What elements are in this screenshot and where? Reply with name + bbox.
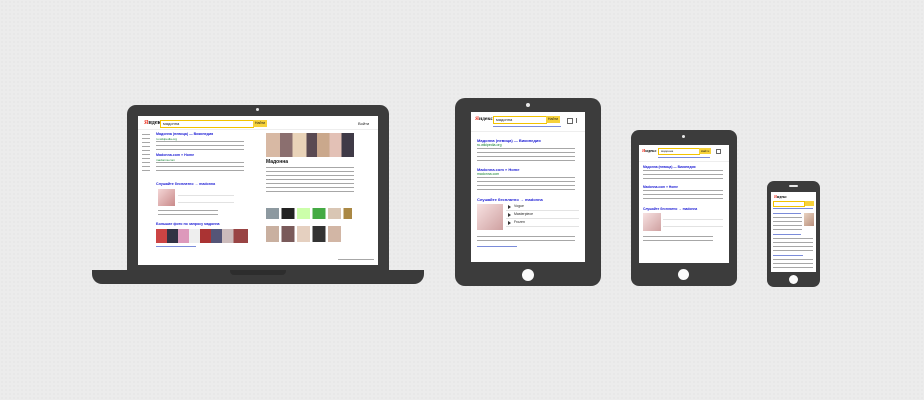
laptop-images-title[interactable]: Большие фото по запросу мадонна — [156, 222, 220, 227]
laptop-screen: Яндекс мадонна Найти Войти Мадонна (певи… — [138, 116, 378, 265]
laptop-album-cover[interactable] — [158, 189, 175, 206]
mini-search-input[interactable]: мадонна — [658, 148, 700, 155]
laptop-footer — [338, 259, 374, 262]
mini-album-cover[interactable] — [643, 213, 661, 231]
phone-speaker — [789, 185, 798, 187]
phone-search-button[interactable] — [805, 201, 814, 206]
tablet-result-2-url[interactable]: madonna.com — [477, 172, 499, 176]
mini-result-2-title[interactable]: Madonna.com » Home — [643, 185, 678, 189]
phone-result-1-title[interactable] — [773, 213, 801, 215]
tablet-result-1-snippet — [477, 148, 575, 161]
phone-device: Яндекс — [767, 181, 820, 287]
laptop-result-1-snippet — [156, 141, 244, 151]
mini-tablet-home-button[interactable] — [678, 269, 689, 280]
knowledge-panel-albums[interactable] — [266, 208, 352, 219]
phone-home-button[interactable] — [789, 275, 798, 284]
header-divider — [138, 129, 378, 130]
tablet-album-cover[interactable] — [477, 204, 503, 230]
play-icon[interactable] — [508, 213, 511, 217]
search-input[interactable]: мадонна — [160, 120, 254, 128]
phone-result-1-snippet — [773, 217, 802, 231]
login-link[interactable]: Войти — [358, 121, 369, 126]
mini-search-button[interactable]: Найти — [699, 148, 711, 154]
tablet-track-row[interactable]: Frozen — [506, 220, 579, 227]
phone-music-title[interactable] — [773, 255, 803, 257]
mini-music-footer — [643, 236, 713, 242]
mini-tablet-screen: Яндекс мадонна Найти Мадонна (певица) — … — [639, 145, 729, 263]
mini-header-divider — [639, 161, 729, 162]
tablet-search-input[interactable]: мадонна — [493, 116, 547, 124]
tablet-track-title[interactable]: Vogue — [514, 204, 524, 209]
phone-image-thumb[interactable] — [804, 213, 814, 226]
tablet-music-footer — [477, 236, 575, 242]
laptop-track-list[interactable] — [178, 189, 234, 209]
tablet-camera — [526, 103, 530, 107]
tablet-result-1-url[interactable]: ru.wikipedia.org — [477, 143, 502, 147]
mini-result-1-snippet — [643, 170, 723, 182]
laptop-images-more[interactable] — [156, 246, 196, 250]
tablet-music-title[interactable]: Слушайте бесплатно → madonna — [477, 197, 543, 202]
laptop-hinge-notch — [230, 270, 286, 275]
tablet-music-more[interactable] — [477, 246, 517, 249]
search-button[interactable]: Найти — [253, 120, 267, 127]
tablet-screen: Яндекс мадонна Найти Мадонна (певица) — … — [471, 112, 585, 262]
phone-search-input[interactable] — [773, 201, 805, 207]
mini-music-title[interactable]: Слушайте бесплатно → madonna — [643, 207, 697, 211]
mini-nav-tabs[interactable] — [658, 157, 710, 159]
play-icon[interactable] — [508, 221, 511, 225]
laptop-image-strip[interactable] — [156, 229, 248, 243]
laptop-music-title[interactable]: Слушайте бесплатно → madonna — [156, 182, 215, 187]
laptop-result-2-snippet — [156, 162, 244, 172]
phone-yandex-logo[interactable]: Яндекс — [774, 194, 787, 199]
phone-result-2-snippet — [773, 238, 813, 252]
tablet-share-icon[interactable] — [576, 118, 580, 123]
tablet-track-row[interactable]: Masterpiece — [506, 212, 579, 219]
phone-screen: Яндекс — [771, 192, 816, 272]
tablet-track-title[interactable]: Frozen — [514, 220, 525, 225]
phone-result-2-title[interactable] — [773, 234, 801, 236]
tablet-track-title[interactable]: Masterpiece — [514, 212, 533, 217]
knowledge-panel-photos[interactable] — [266, 133, 354, 157]
left-nav-menu[interactable] — [142, 134, 150, 174]
tablet-header-divider — [471, 131, 585, 132]
mini-tablet-camera — [682, 135, 685, 138]
tablet-search-button[interactable]: Найти — [546, 116, 560, 123]
knowledge-panel-text — [266, 167, 354, 192]
tablet-yandex-logo[interactable]: Яндекс — [475, 116, 493, 122]
phone-nav-tabs[interactable] — [773, 208, 813, 210]
mini-grid-icon[interactable] — [716, 149, 721, 154]
tablet-home-button[interactable] — [522, 269, 534, 281]
tablet-track-list[interactable]: Vogue Masterpiece Frozen — [506, 204, 579, 230]
mini-tablet-device: Яндекс мадонна Найти Мадонна (певица) — … — [631, 130, 737, 286]
tablet-grid-icon[interactable] — [567, 118, 573, 124]
mini-result-2-snippet — [643, 190, 723, 202]
laptop-music-footer — [158, 210, 218, 218]
phone-music-snippet — [773, 259, 813, 269]
tablet-device: Яндекс мадонна Найти Мадонна (певица) — … — [455, 98, 601, 286]
laptop-camera — [256, 108, 259, 111]
mini-result-1-title[interactable]: Мадонна (певица) — Википедия — [643, 165, 696, 169]
laptop-device: Яндекс мадонна Найти Войти Мадонна (певи… — [127, 105, 389, 273]
tablet-result-2-snippet — [477, 177, 575, 190]
play-icon[interactable] — [508, 205, 511, 209]
knowledge-panel-related[interactable] — [266, 226, 352, 242]
mini-track-list[interactable] — [663, 213, 723, 233]
mini-yandex-logo[interactable]: Яндекс — [642, 148, 657, 153]
knowledge-panel-title: Мадонна — [266, 159, 289, 165]
tablet-track-row[interactable]: Vogue — [506, 204, 579, 211]
tablet-nav-tabs[interactable] — [493, 126, 561, 128]
